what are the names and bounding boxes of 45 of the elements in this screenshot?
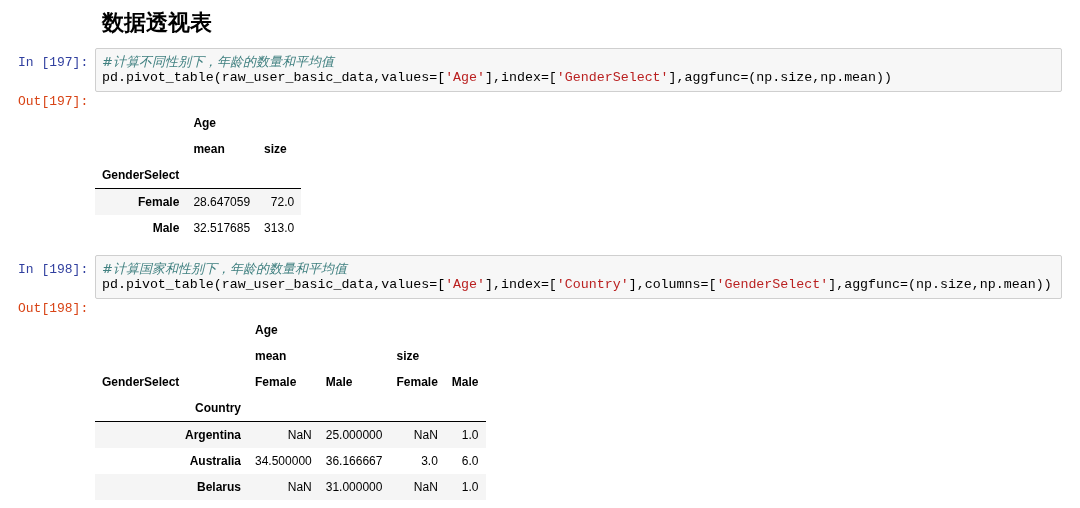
table-cell: 34.500000 [255,454,312,468]
output-prompt: Out[198]: [17,300,90,316]
index-name: Country [195,401,241,415]
column-header: Male [451,375,479,389]
row-label: Belarus [196,480,241,494]
section-heading: 数据透视表 [102,9,213,37]
column-header: mean [255,349,287,363]
table-cell: 25.000000 [325,428,383,442]
column-header: Age [255,323,278,337]
table-cell: 28.647059 [193,195,251,209]
column-header: size [396,349,420,363]
column-header: Male [325,375,353,389]
table-cell: NaN [413,480,438,494]
table-cell: 31.000000 [325,480,383,494]
table-cell: 3.0 [421,454,438,468]
code-comment: #计算国家和性别下，年龄的数量和平均值 [102,261,347,277]
code-comment: #计算不同性别下，年龄的数量和平均值 [102,54,334,70]
column-header: Female [255,375,297,389]
code-input[interactable]: #计算不同性别下，年龄的数量和平均值 pd.pivot_table(raw_user_basic_data,values=['Age'],index=['GenderSelect'],aggfunc=(np.size,np.mean)) [95,48,1062,92]
column-header: size [264,142,287,156]
code-line: pd.pivot_table(raw_user_basic_data,values=['Age'],index=['GenderSelect'],aggfunc=(np.size,np.mean)) [102,70,892,86]
table-cell: NaN [287,428,312,442]
input-prompt: In [198]: [17,261,90,277]
code-input[interactable]: #计算国家和性别下，年龄的数量和平均值 pd.pivot_table(raw_user_basic_data,values=['Age'],index=['Country'],columns=['GenderSelect'],aggfunc=(np.size,np.mean)) [95,255,1062,299]
table-cell: NaN [413,428,438,442]
output-prompt: Out[197]: [17,93,90,109]
row-label: Female [138,195,180,209]
table-cell: 6.0 [461,454,479,468]
table-cell: 36.166667 [325,454,383,468]
table-cell: 1.0 [461,428,479,442]
column-header: mean [193,142,225,156]
row-label: Male [152,221,180,235]
table-cell: 313.0 [264,221,295,235]
table-cell: 32.517685 [193,221,251,235]
row-label: Australia [189,454,241,468]
columns-name: GenderSelect [102,168,180,182]
row-label: Argentina [185,428,241,442]
column-header: Age [193,116,217,130]
code-line: pd.pivot_table(raw_user_basic_data,values=['Age'],index=['Country'],columns=['GenderSelect'],aggfunc=(np.size,np.mean)) [102,277,1052,293]
table-cell: 72.0 [270,195,295,209]
table-cell: 1.0 [461,480,479,494]
input-prompt: In [197]: [17,54,90,70]
column-header: Female [396,375,438,389]
columns-name: GenderSelect [102,375,180,389]
table-cell: NaN [287,480,312,494]
